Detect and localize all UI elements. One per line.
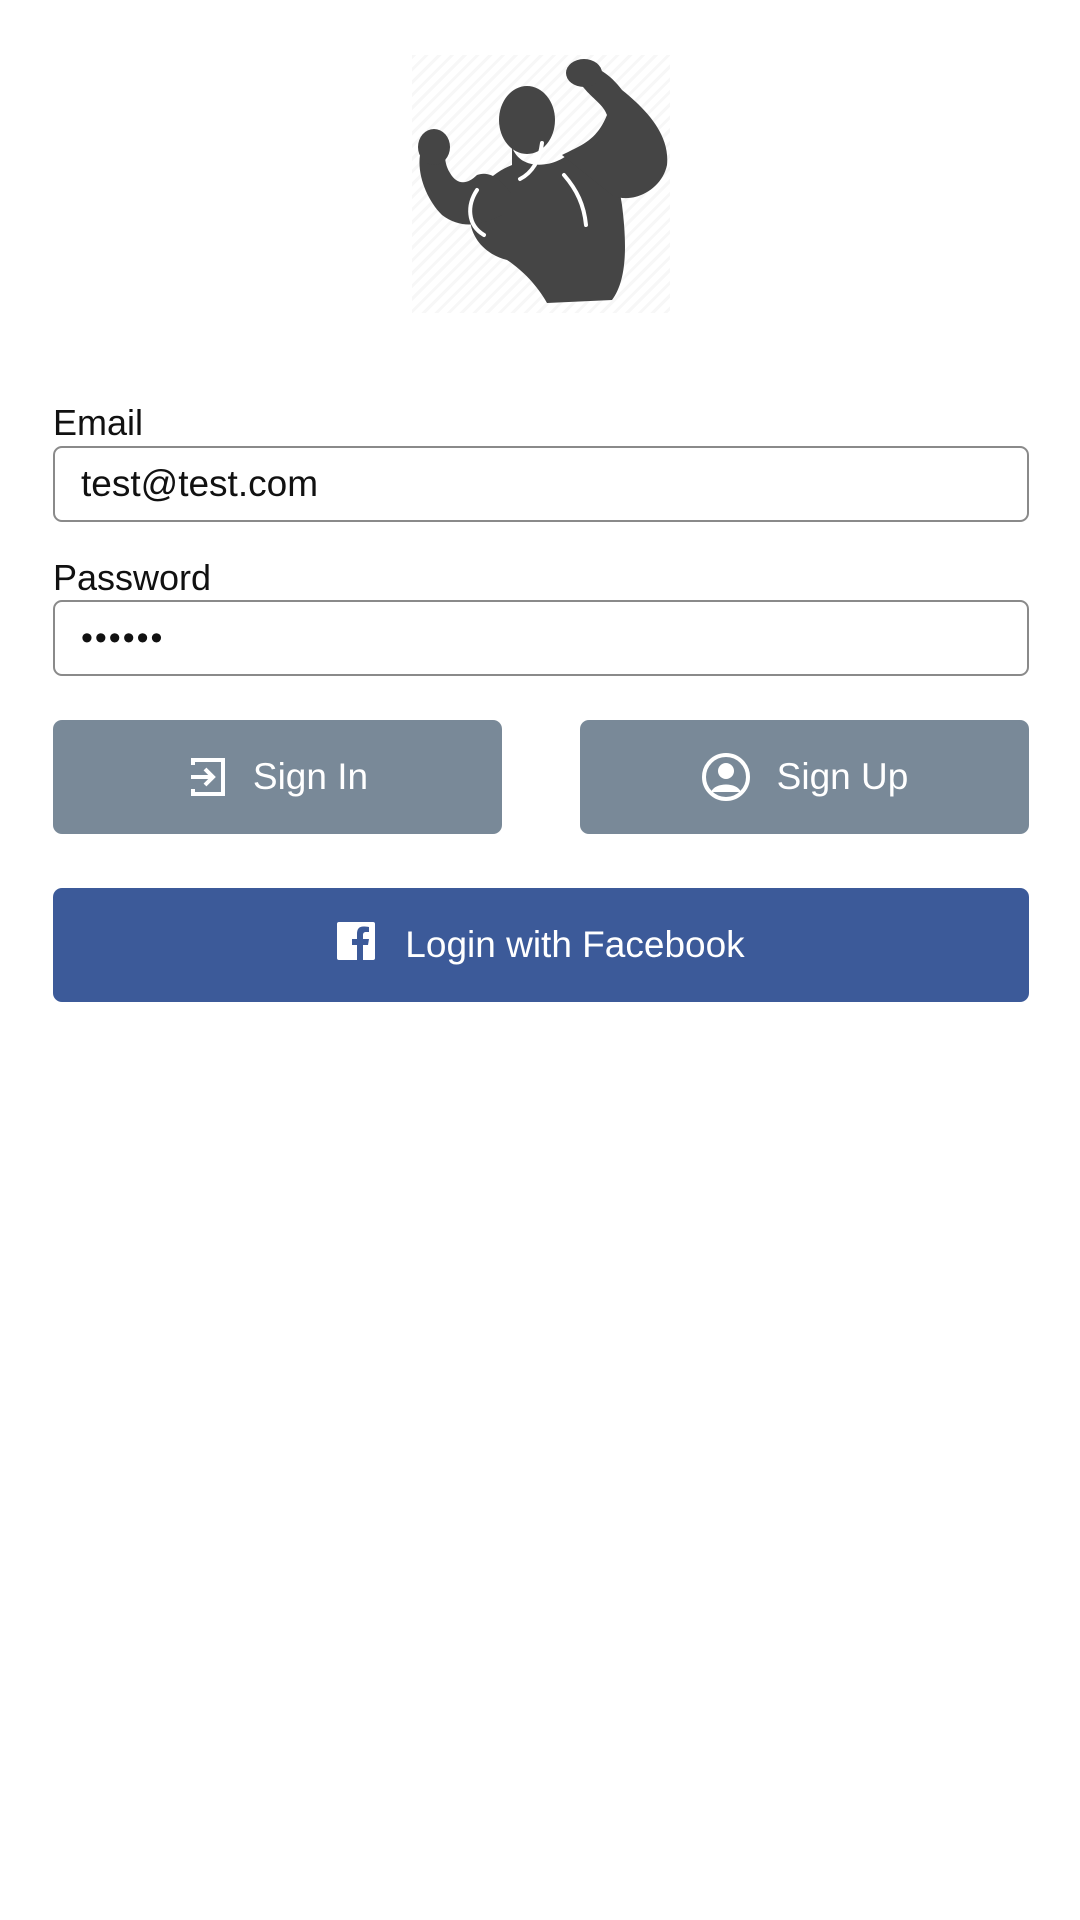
bodybuilder-flexing-icon (418, 59, 668, 303)
sign-in-button[interactable]: Sign In (53, 720, 502, 834)
email-label: Email (53, 402, 144, 443)
password-label: Password (53, 557, 212, 598)
facebook-icon (337, 921, 376, 969)
password-input[interactable] (53, 600, 1029, 676)
sign-in-arrow-icon (187, 757, 227, 797)
app-logo (412, 55, 670, 313)
login-screen: Email Password Sign In Sign Up (0, 0, 1080, 1920)
facebook-login-button[interactable]: Login with Facebook (53, 888, 1029, 1002)
email-input[interactable] (53, 446, 1029, 522)
sign-up-label: Sign Up (776, 756, 909, 797)
sign-up-button[interactable]: Sign Up (580, 720, 1029, 834)
user-circle-icon (701, 752, 751, 802)
facebook-login-label: Login with Facebook (405, 924, 745, 965)
sign-in-label: Sign In (252, 756, 369, 797)
